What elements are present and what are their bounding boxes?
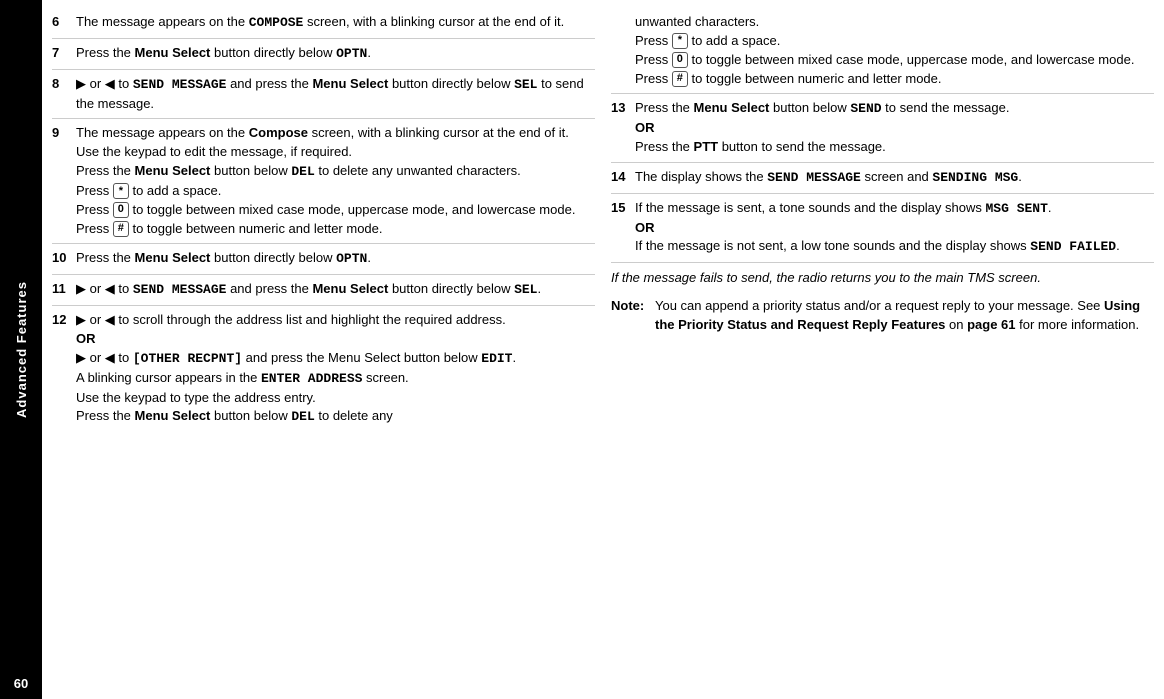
step-7: 7 Press the Menu Select button directly … bbox=[52, 39, 595, 70]
menu-select-bold-8: Menu Select bbox=[312, 76, 388, 91]
note-body: You can append a priority status and/or … bbox=[655, 297, 1154, 335]
menu-select-bold-12: Menu Select bbox=[135, 408, 211, 423]
send-message-label-14: SEND MESSAGE bbox=[767, 170, 861, 185]
step-body-11: ▶ or ◀ to SEND MESSAGE and press the Men… bbox=[76, 280, 595, 300]
italic-note-section: If the message fails to send, the radio … bbox=[611, 263, 1154, 293]
or-line-12: OR bbox=[76, 331, 96, 346]
key-0-cont: 0 bbox=[672, 52, 688, 68]
sel-label-11: SEL bbox=[514, 282, 537, 297]
note-page-bold: page 61 bbox=[967, 317, 1015, 332]
step-15: 15 If the message is sent, a tone sounds… bbox=[611, 194, 1154, 264]
step-body-6: The message appears on the COMPOSE scree… bbox=[76, 13, 595, 33]
step-body-7: Press the Menu Select button directly be… bbox=[76, 44, 595, 64]
step-num-10: 10 bbox=[52, 249, 70, 269]
left-column: 6 The message appears on the COMPOSE scr… bbox=[52, 8, 595, 691]
edit-label: EDIT bbox=[481, 351, 512, 366]
step-num-12: 12 bbox=[52, 311, 70, 427]
step-num-8: 8 bbox=[52, 75, 70, 114]
step-body-9: The message appears on the Compose scree… bbox=[76, 124, 595, 238]
right-column: unwanted characters. Press * to add a sp… bbox=[611, 8, 1154, 691]
send-label-13: SEND bbox=[850, 101, 881, 116]
step-num-cont bbox=[611, 13, 629, 88]
optn-label-7: OPTN bbox=[336, 46, 367, 61]
or-line-15: OR bbox=[635, 220, 655, 235]
step-num-13: 13 bbox=[611, 99, 629, 157]
step-12-continuation: unwanted characters. Press * to add a sp… bbox=[611, 8, 1154, 94]
step-9: 9 The message appears on the Compose scr… bbox=[52, 119, 595, 244]
step-10: 10 Press the Menu Select button directly… bbox=[52, 244, 595, 275]
step-num-11: 11 bbox=[52, 280, 70, 300]
note-bold-text: Using the Priority Status and Request Re… bbox=[655, 298, 1140, 332]
key-star-9: * bbox=[113, 183, 129, 199]
step-8: 8 ▶ or ◀ to SEND MESSAGE and press the M… bbox=[52, 70, 595, 120]
step-body-13: Press the Menu Select button below SEND … bbox=[635, 99, 1154, 157]
step-6: 6 The message appears on the COMPOSE scr… bbox=[52, 8, 595, 39]
compose-label: COMPOSE bbox=[249, 15, 304, 30]
del-label-9: DEL bbox=[291, 164, 314, 179]
step-num-14: 14 bbox=[611, 168, 629, 188]
optn-label-10: OPTN bbox=[336, 251, 367, 266]
main-content: 6 The message appears on the COMPOSE scr… bbox=[42, 0, 1164, 699]
step-body-12: ▶ or ◀ to scroll through the address lis… bbox=[76, 311, 595, 427]
note-label: Note: bbox=[611, 297, 649, 335]
menu-select-bold-13: Menu Select bbox=[694, 100, 770, 115]
del-label-12: DEL bbox=[291, 409, 314, 424]
step-num-7: 7 bbox=[52, 44, 70, 64]
step-body-15: If the message is sent, a tone sounds an… bbox=[635, 199, 1154, 258]
sidebar-label: Advanced Features bbox=[14, 281, 29, 418]
step-num-9: 9 bbox=[52, 124, 70, 238]
menu-select-bold-10: Menu Select bbox=[135, 250, 211, 265]
msg-sent-label: MSG SENT bbox=[986, 201, 1048, 216]
step-13: 13 Press the Menu Select button below SE… bbox=[611, 94, 1154, 163]
page-number: 60 bbox=[0, 676, 42, 691]
key-0-9: 0 bbox=[113, 202, 129, 218]
step-12: 12 ▶ or ◀ to scroll through the address … bbox=[52, 306, 595, 432]
step-body-10: Press the Menu Select button directly be… bbox=[76, 249, 595, 269]
other-recpnt-label: [OTHER RECPNT] bbox=[133, 351, 242, 366]
enter-address-label: ENTER ADDRESS bbox=[261, 371, 362, 386]
sending-msg-label: SENDING MSG bbox=[932, 170, 1018, 185]
step-11: 11 ▶ or ◀ to SEND MESSAGE and press the … bbox=[52, 275, 595, 306]
or-line-13: OR bbox=[635, 120, 655, 135]
italic-note-text: If the message fails to send, the radio … bbox=[611, 270, 1041, 285]
ptt-bold-13: PTT bbox=[694, 139, 719, 154]
step-num-15: 15 bbox=[611, 199, 629, 258]
send-message-label-11: SEND MESSAGE bbox=[133, 282, 227, 297]
send-failed-label: SEND FAILED bbox=[1030, 239, 1116, 254]
key-hash-9: # bbox=[113, 221, 129, 237]
menu-select-bold-9: Menu Select bbox=[135, 163, 211, 178]
menu-select-bold-11: Menu Select bbox=[312, 281, 388, 296]
step-num-6: 6 bbox=[52, 13, 70, 33]
step-body-8: ▶ or ◀ to SEND MESSAGE and press the Men… bbox=[76, 75, 595, 114]
compose-bold-9: Compose bbox=[249, 125, 308, 140]
step-body-14: The display shows the SEND MESSAGE scree… bbox=[635, 168, 1154, 188]
key-star-cont: * bbox=[672, 33, 688, 49]
step-body-cont: unwanted characters. Press * to add a sp… bbox=[635, 13, 1154, 88]
step-14: 14 The display shows the SEND MESSAGE sc… bbox=[611, 163, 1154, 194]
menu-select-bold-7: Menu Select bbox=[135, 45, 211, 60]
sel-label-8: SEL bbox=[514, 77, 537, 92]
key-hash-cont: # bbox=[672, 71, 688, 87]
note-section: Note: You can append a priority status a… bbox=[611, 293, 1154, 339]
send-message-label-8: SEND MESSAGE bbox=[133, 77, 227, 92]
sidebar: Advanced Features 60 bbox=[0, 0, 42, 699]
